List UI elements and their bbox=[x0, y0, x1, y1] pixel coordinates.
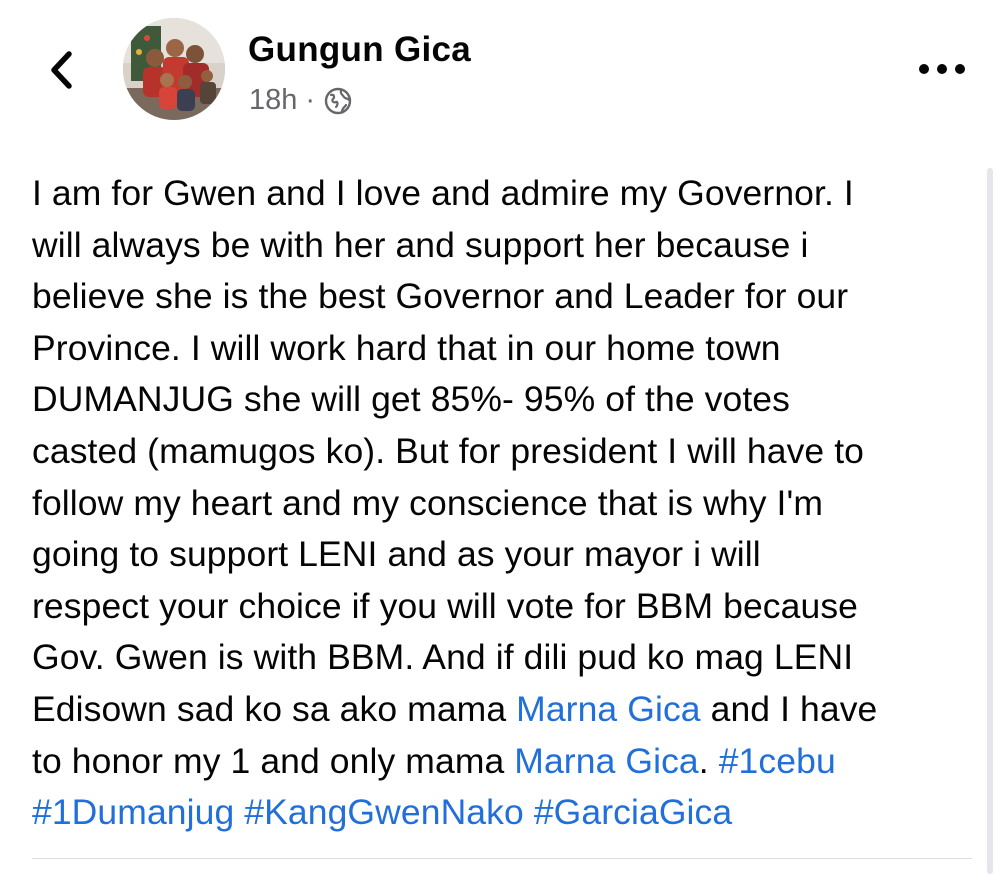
scrollbar[interactable] bbox=[987, 168, 993, 874]
post-meta: 18h · bbox=[249, 84, 353, 117]
post-text-line: I am for Gwen and I love and admire my G… bbox=[32, 168, 982, 220]
globe-icon bbox=[323, 86, 353, 116]
post-text-segment: respect your choice if you will vote for… bbox=[32, 585, 859, 626]
post-text-line: believe she is the best Governor and Lea… bbox=[32, 271, 982, 323]
meta-separator: · bbox=[305, 84, 316, 116]
post-text-segment: Gov. Gwen is with BBM. And if dili pud k… bbox=[32, 637, 854, 678]
post-text-segment: casted (mamugos ko). But for president I… bbox=[32, 430, 865, 471]
post-timestamp[interactable]: 18h bbox=[249, 84, 297, 117]
post-text-line: Edisown sad ko sa ako mama Marna Gica an… bbox=[32, 684, 982, 736]
chevron-left-icon bbox=[51, 51, 72, 89]
post-text-segment: and I have bbox=[700, 688, 878, 729]
post-text-line: going to support LENI and as your mayor … bbox=[32, 529, 982, 581]
more-options-button[interactable] bbox=[914, 52, 970, 86]
hashtag-link[interactable]: #1cebu bbox=[719, 741, 836, 781]
post-text-segment bbox=[234, 792, 244, 832]
post-text-segment: . bbox=[698, 740, 719, 781]
post-text-line: will always be with her and support her … bbox=[32, 220, 982, 272]
post-header: Gungun Gica 18h · bbox=[0, 0, 1000, 150]
post-text-segment: believe she is the best Governor and Lea… bbox=[32, 276, 849, 317]
post-text-line: Province. I will work hard that in our h… bbox=[32, 323, 982, 375]
hashtag-link[interactable]: #1Dumanjug bbox=[32, 792, 234, 832]
post-text-segment: DUMANJUG she will get 85%- 95% of the vo… bbox=[32, 379, 790, 420]
back-button[interactable] bbox=[40, 45, 84, 95]
divider bbox=[32, 858, 972, 859]
post-text-segment: to honor my 1 and only mama bbox=[32, 740, 515, 781]
avatar[interactable] bbox=[123, 18, 225, 120]
post-text-line: #1Dumanjug #KangGwenNako #GarciaGica bbox=[32, 787, 982, 839]
author-name[interactable]: Gungun Gica bbox=[248, 30, 471, 70]
post-text-segment bbox=[524, 792, 534, 832]
ellipsis-icon bbox=[919, 64, 965, 74]
post-text-segment: going to support LENI and as your mayor … bbox=[32, 534, 761, 575]
post-text-line: to honor my 1 and only mama Marna Gica. … bbox=[32, 736, 982, 788]
post-text-line: follow my heart and my conscience that i… bbox=[32, 478, 982, 530]
hashtag-link[interactable]: #KangGwenNako bbox=[244, 792, 524, 832]
post-text-segment: Edisown sad ko sa ako mama bbox=[32, 688, 517, 729]
mention-link[interactable]: Marna Gica bbox=[514, 741, 698, 781]
post-text-line: Gov. Gwen is with BBM. And if dili pud k… bbox=[32, 632, 982, 684]
post-text-segment: will always be with her and support her … bbox=[32, 224, 809, 265]
mention-link[interactable]: Marna Gica bbox=[516, 689, 700, 729]
post-text-segment: follow my heart and my conscience that i… bbox=[32, 482, 824, 523]
post-text-segment: I am for Gwen and I love and admire my G… bbox=[32, 173, 854, 213]
hashtag-link[interactable]: #GarciaGica bbox=[534, 792, 732, 832]
post-text-line: DUMANJUG she will get 85%- 95% of the vo… bbox=[32, 374, 982, 426]
post-text-line: casted (mamugos ko). But for president I… bbox=[32, 426, 982, 478]
post-text-segment: Province. I will work hard that in our h… bbox=[32, 327, 781, 368]
post-text-line: respect your choice if you will vote for… bbox=[32, 581, 982, 633]
post-body: I am for Gwen and I love and admire my G… bbox=[32, 168, 982, 839]
